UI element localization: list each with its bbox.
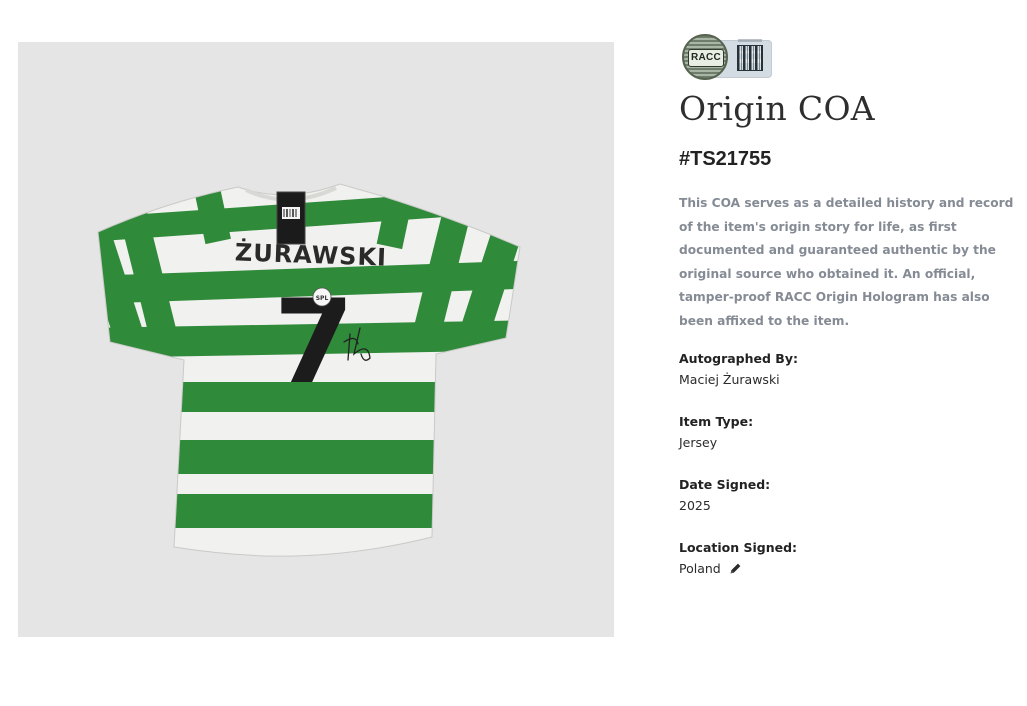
field-item-type: Item Type: Jersey xyxy=(679,411,1019,453)
field-value-row: Poland xyxy=(679,558,1019,581)
pencil-icon[interactable] xyxy=(729,560,742,581)
product-photo: ŻURAWSKI 7 SPL xyxy=(18,42,614,637)
field-location-signed: Location Signed: Poland xyxy=(679,537,1019,581)
field-value: 2025 xyxy=(679,497,711,513)
location-value: Poland xyxy=(679,560,721,576)
coa-description: This COA serves as a detailed history an… xyxy=(679,196,1014,328)
coa-id: #TS21755 xyxy=(679,148,772,170)
field-value: Jersey xyxy=(679,434,718,450)
hologram-microtext xyxy=(738,39,762,42)
hologram-seal-icon: RACC xyxy=(682,34,728,80)
field-label: Item Type: xyxy=(679,413,754,429)
sponsor-mark: SPL xyxy=(316,295,329,302)
field-label: Autographed By: xyxy=(679,350,798,366)
hologram-seal-text: RACC xyxy=(688,49,724,67)
jersey-image: ŻURAWSKI 7 SPL xyxy=(18,42,614,637)
qr-code-icon xyxy=(737,45,763,71)
field-label: Date Signed: xyxy=(679,476,771,492)
field-value: Maciej Żurawski xyxy=(679,371,780,387)
sponsor-badge: SPL xyxy=(312,287,332,307)
price-tag xyxy=(276,191,306,245)
racc-hologram-badge: RACC xyxy=(682,34,772,80)
jersey-name-print: ŻURAWSKI xyxy=(234,237,387,271)
field-label: Location Signed: xyxy=(679,539,798,555)
field-autographed-by: Autographed By: Maciej Żurawski xyxy=(679,348,1019,390)
page-title: Origin COA xyxy=(679,89,875,128)
coa-details: RACC Origin COA #TS21755 This COA serves… xyxy=(679,34,1019,581)
field-date-signed: Date Signed: 2025 xyxy=(679,474,1019,516)
